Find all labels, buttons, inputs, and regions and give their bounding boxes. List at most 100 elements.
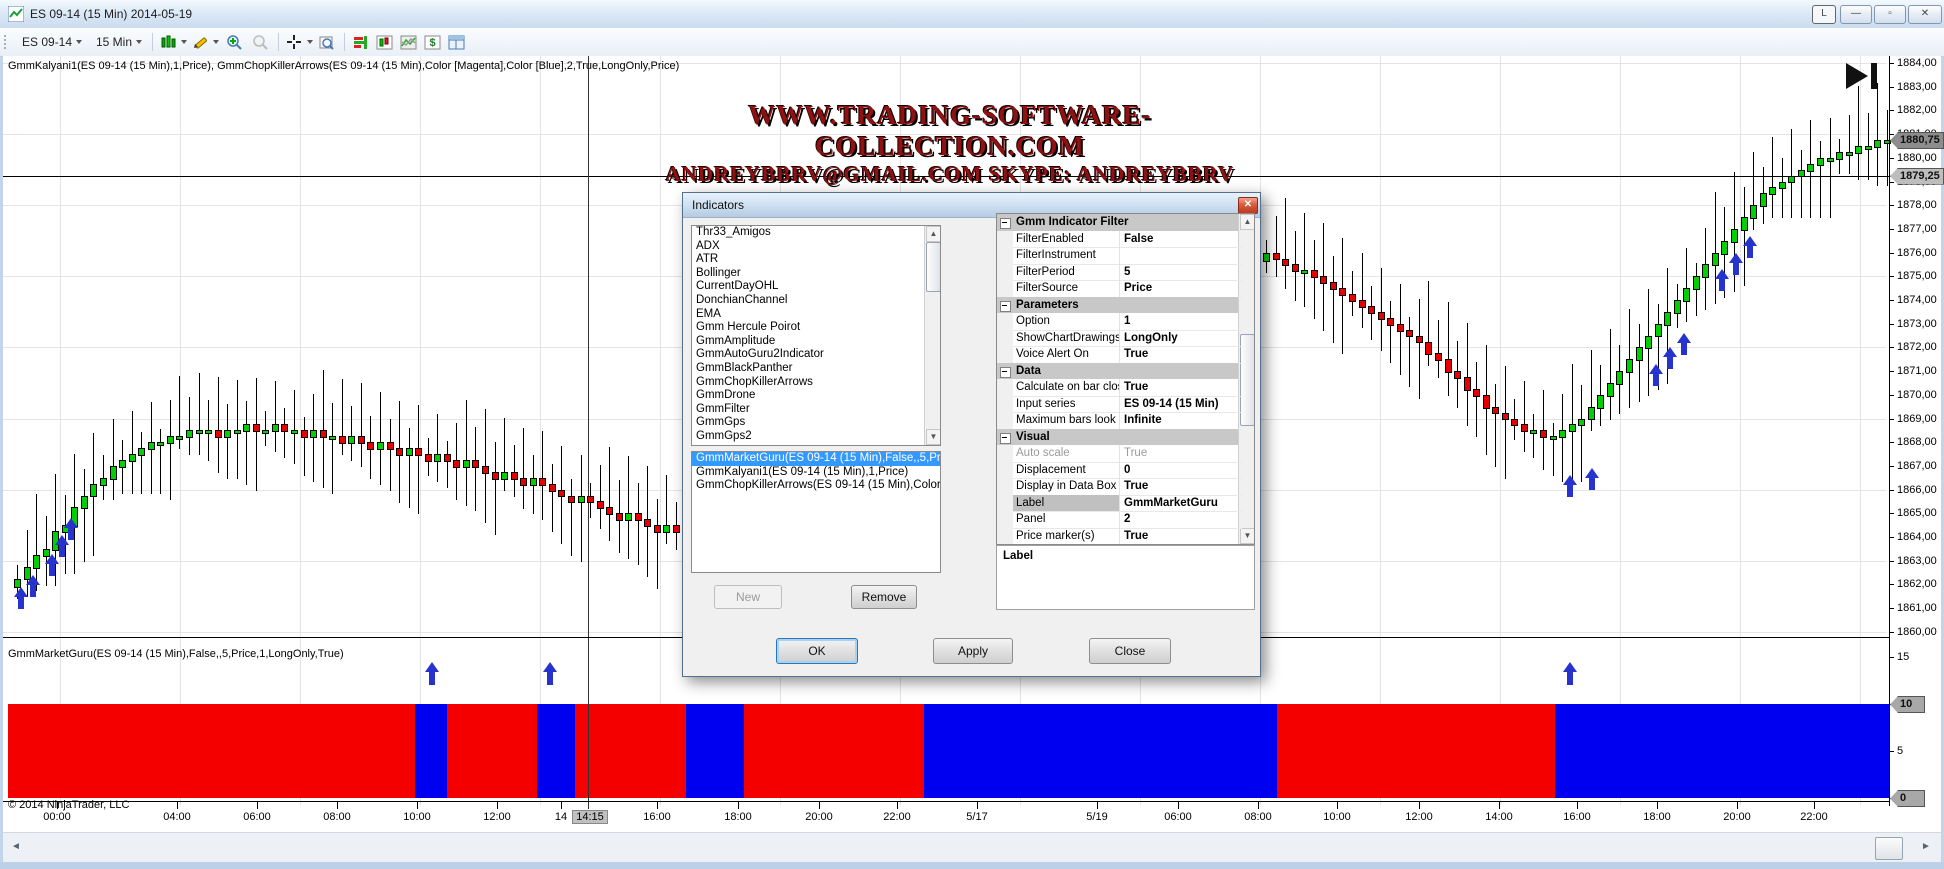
zoom-out-button[interactable] [252,32,269,52]
ok-button[interactable]: OK [776,638,858,664]
instrument-dropdown[interactable]: ES 09-14 [22,32,82,52]
property-section-header[interactable]: Parameters [997,297,1238,314]
scroll-right-icon[interactable]: ► [1921,841,1931,852]
indicator-list-item[interactable]: EMA [692,308,940,322]
indicator-list-item[interactable]: Gmm Hercule Poirot [692,321,940,335]
configured-indicator-item[interactable]: GmmMarketGuru(ES 09-14 (15 Min),False,,5… [692,452,940,466]
collapse-icon[interactable] [1000,218,1011,229]
property-section-header[interactable]: Gmm Indicator Filter [997,214,1238,231]
property-row[interactable]: ShowChartDrawingsLongOnly [997,330,1238,347]
link-button[interactable]: L [1812,5,1836,24]
dollar-button[interactable]: $ [424,32,441,52]
property-row[interactable]: LabelGmmMarketGuru [997,495,1238,512]
scroll-left-icon[interactable]: ◄ [11,841,21,852]
draw-button[interactable] [192,32,219,52]
property-value[interactable]: True [1120,478,1242,496]
property-row[interactable]: Input seriesES 09-14 (15 Min) [997,396,1238,413]
scroll-up-icon[interactable]: ▲ [1240,214,1255,230]
property-section-header[interactable]: Visual [997,429,1238,446]
available-list-scrollbar[interactable]: ▲ ▼ [924,226,940,445]
property-row[interactable]: FilterSourcePrice [997,280,1238,297]
property-value[interactable]: Price [1120,280,1242,298]
scroll-up-icon[interactable]: ▲ [926,226,941,242]
indicator-list-item[interactable]: Thr33_Amigos [692,226,940,240]
property-value[interactable]: 5 [1120,264,1242,282]
indicator-list-item[interactable]: GmmGps [692,416,940,430]
property-value[interactable]: True [1120,379,1242,397]
property-row[interactable]: Calculate on bar closeTrue [997,379,1238,396]
property-value[interactable]: Infinite [1120,412,1242,430]
property-row[interactable]: Auto scaleTrue [997,445,1238,462]
available-indicators-list[interactable]: ▲ ▼ Thr33_AmigosADXATRBollingerCurrentDa… [691,225,941,446]
indicator-list-item[interactable]: GmmDrone [692,389,940,403]
property-row[interactable]: Option1 [997,313,1238,330]
close-dialog-button[interactable]: Close [1089,638,1171,664]
indicator-list-item[interactable]: DonchianChannel [692,294,940,308]
indicator-list-item[interactable]: Bollinger [692,267,940,281]
horizontal-scrollbar[interactable]: ◄ ► [3,832,1941,863]
indicator-list-item[interactable]: GmmAutoGuru2Indicator [692,348,940,362]
crosshair-button[interactable] [286,32,313,52]
property-section-header[interactable]: Data [997,363,1238,380]
collapse-icon[interactable] [1000,433,1011,444]
apply-button[interactable]: Apply [933,638,1013,664]
collapse-icon[interactable] [1000,367,1011,378]
property-value[interactable]: 1 [1120,313,1242,331]
dialog-close-button[interactable]: ✕ [1238,197,1258,214]
indicator-list-item[interactable]: ADX [692,240,940,254]
property-value[interactable]: LongOnly [1120,330,1242,348]
property-row[interactable]: Displacement0 [997,462,1238,479]
scroll-down-icon[interactable]: ▼ [926,429,941,445]
property-value[interactable]: ES 09-14 (15 Min) [1120,396,1242,414]
toolbar-grip[interactable] [4,35,9,49]
scrollbar-thumb[interactable] [1240,334,1255,426]
indicator-list-item[interactable]: GmmChopKillerArrows [692,376,940,390]
title-bar[interactable]: ES 09-14 (15 Min) 2014-05-19 L — ▫ ✕ [0,0,1944,29]
property-value[interactable]: GmmMarketGuru [1120,495,1242,513]
remove-button[interactable]: Remove [851,585,917,609]
property-row[interactable]: FilterInstrument [997,247,1238,264]
property-value[interactable] [1120,247,1242,265]
property-row[interactable]: Voice Alert OnTrue [997,346,1238,363]
chart-button[interactable] [376,32,393,52]
configured-indicators-list[interactable]: GmmMarketGuru(ES 09-14 (15 Min),False,,5… [691,451,941,573]
interval-dropdown[interactable]: 15 Min [96,32,142,52]
indicator-list-item[interactable]: ATR [692,253,940,267]
property-row[interactable]: Display in Data BoxTrue [997,478,1238,495]
property-grid[interactable]: ▲ ▼ Gmm Indicator FilterFilterEnabledFal… [996,213,1255,545]
data-box-button[interactable] [318,32,335,52]
property-value[interactable]: True [1120,528,1242,546]
zoom-in-button[interactable] [226,32,243,52]
minimize-button[interactable]: — [1840,5,1872,24]
property-row[interactable]: Panel2 [997,511,1238,528]
indicator-list-item[interactable]: GmmGps2 [692,430,940,444]
indicators-dialog[interactable]: Indicators ✕ ▲ ▼ Thr33_AmigosADXATRBolli… [682,192,1261,677]
property-row[interactable]: FilterPeriod5 [997,264,1238,281]
indicator-list-item[interactable]: GmmFilter [692,403,940,417]
indicator-panel-button[interactable] [400,32,417,52]
indicator-list-item[interactable]: CurrentDayOHL [692,280,940,294]
close-button[interactable]: ✕ [1908,5,1942,24]
new-button[interactable]: New [714,585,782,609]
go-to-last-bar-icon[interactable] [1844,61,1882,93]
property-row[interactable]: Maximum bars look backInfinite [997,412,1238,429]
indicator-list-item[interactable]: GmmBlackPanther [692,362,940,376]
configured-indicator-item[interactable]: GmmKalyani1(ES 09-14 (15 Min),1,Price) [692,466,940,480]
restore-button[interactable]: ▫ [1874,5,1906,24]
indicator-list-item[interactable]: GmmAmplitude [692,335,940,349]
property-value[interactable]: True [1120,346,1242,364]
property-value[interactable]: False [1120,231,1242,249]
scrollbar-thumb[interactable] [926,242,941,292]
collapse-icon[interactable] [1000,301,1011,312]
property-value[interactable]: True [1120,445,1242,463]
grid-button[interactable] [448,32,465,52]
property-row[interactable]: FilterEnabledFalse [997,231,1238,248]
property-row[interactable]: Price marker(s)True [997,528,1238,545]
scroll-down-icon[interactable]: ▼ [1240,528,1255,544]
configured-indicator-item[interactable]: GmmChopKillerArrows(ES 09-14 (15 Min),Co… [692,479,940,493]
market-analyzer-button[interactable] [352,32,369,52]
property-value[interactable]: 2 [1120,511,1242,529]
scrollbar-thumb[interactable] [1875,837,1903,860]
property-value[interactable]: 0 [1120,462,1242,480]
bars-type-button[interactable] [160,32,187,52]
